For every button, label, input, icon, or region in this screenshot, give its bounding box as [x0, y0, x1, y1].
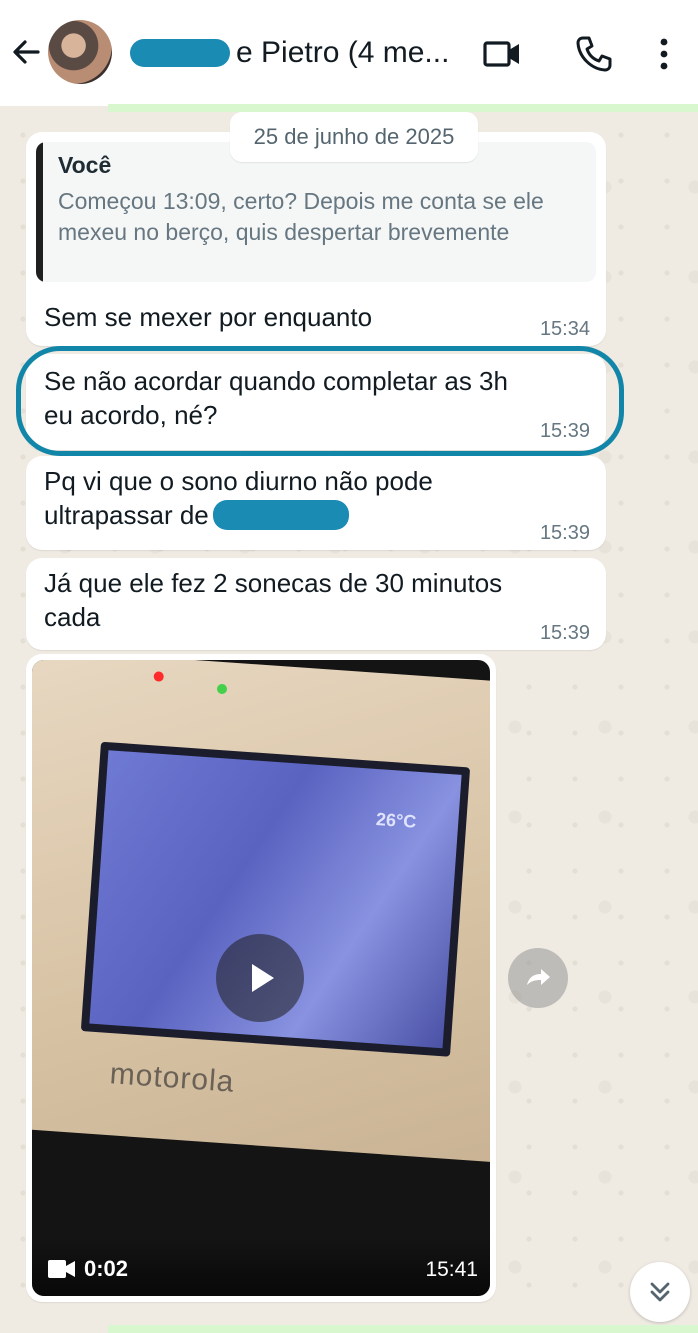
quote-author: Você: [58, 152, 112, 178]
chat-header: e Pietro (4 me...: [0, 0, 698, 106]
message-time: 15:41: [425, 1258, 478, 1281]
baby-monitor-image: 26°C motorola: [32, 660, 490, 1164]
chat-title[interactable]: e Pietro (4 me...: [130, 34, 449, 72]
play-icon: [252, 964, 274, 992]
forward-button[interactable]: [508, 948, 568, 1008]
contact-avatar[interactable]: [48, 20, 112, 84]
highlight-circle: [16, 346, 624, 456]
phone-icon: [576, 36, 612, 72]
video-meta-bar: 0:02 15:41: [32, 1236, 490, 1296]
arrow-left-icon: [13, 40, 40, 64]
redacted-value: [212, 500, 349, 530]
video-call-button[interactable]: [482, 34, 522, 74]
menu-button[interactable]: [652, 34, 676, 74]
video-duration: 0:02: [84, 1256, 129, 1281]
date-chip: 25 de junho de 2025: [230, 112, 478, 162]
scroll-to-bottom-button[interactable]: [630, 1262, 690, 1322]
quote-text: Começou 13:09, certo? Depois me conta se…: [58, 188, 544, 245]
quoted-message[interactable]: Você Começou 13:09, certo? Depois me con…: [36, 142, 596, 282]
chat-area[interactable]: 25 de junho de 2025 Você Começou 13:09, …: [0, 112, 698, 1325]
video-thumbnail[interactable]: 26°C motorola 0:02 15:41: [32, 660, 490, 1296]
redacted-name: [130, 39, 230, 67]
red-led: [153, 671, 165, 682]
quote-bar: [36, 142, 43, 282]
message-text-line1: Pq vi que o sono diurno não pode: [44, 466, 433, 496]
bottom-divider: [108, 1325, 698, 1333]
play-button[interactable]: [216, 934, 304, 1022]
double-chevron-down-icon: [650, 1282, 670, 1302]
video-camera-icon: [483, 41, 519, 67]
message-time: 15:39: [539, 622, 590, 644]
forward-icon: [527, 969, 550, 985]
monitor-temperature: 26°C: [375, 809, 417, 832]
message-bubble[interactable]: Pq vi que o sono diurno não pode ultrapa…: [26, 456, 606, 550]
message-time: 15:34: [539, 318, 590, 340]
message-text-line2: cada: [44, 602, 101, 632]
green-led: [216, 683, 228, 695]
message-text-line2: ultrapassar de: [44, 498, 349, 532]
message-text: Sem se mexer por enquanto: [44, 302, 373, 332]
message-time: 15:39: [539, 522, 590, 544]
video-message[interactable]: 26°C motorola 0:02 15:41: [26, 654, 496, 1302]
chat-title-text: e Pietro (4 me...: [236, 36, 450, 69]
back-button[interactable]: [8, 34, 44, 70]
message-text-line2-content: ultrapassar de: [44, 500, 209, 530]
video-camera-icon: [48, 1260, 75, 1278]
monitor-brand: motorola: [108, 1057, 236, 1099]
message-bubble[interactable]: Já que ele fez 2 sonecas de 30 minutos c…: [26, 558, 606, 650]
voice-call-button[interactable]: [574, 34, 614, 74]
message-bubble[interactable]: Você Começou 13:09, certo? Depois me con…: [26, 132, 606, 346]
more-vertical-icon: [660, 38, 668, 70]
header-divider: [108, 104, 698, 112]
message-text-line1: Já que ele fez 2 sonecas de 30 minutos: [44, 568, 503, 598]
